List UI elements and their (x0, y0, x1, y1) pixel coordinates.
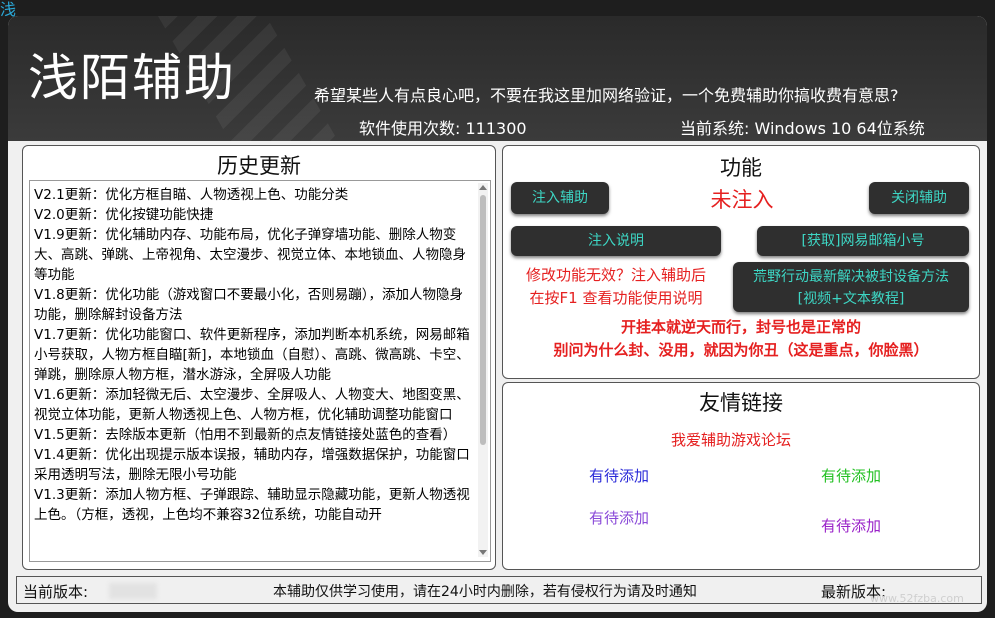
history-entry: V1.4更新：优化出现提示版本误报，辅助内存，增强数据保护，功能窗口采用透明写法… (34, 447, 470, 483)
scroll-up-icon[interactable] (479, 185, 487, 190)
close-button[interactable]: 关闭辅助 (869, 182, 969, 214)
current-version-value (109, 583, 157, 599)
header-banner: 浅陌辅助 希望某些人有点良心吧，不要在我这里加网络验证，一个免费辅助你搞收费有意… (8, 16, 987, 141)
disclaimer-text: 本辅助仅供学习使用，请在24小时内删除，若有侵权行为请及时通知 (273, 584, 697, 600)
history-entry: V1.6更新：添加轻微无后、太空漫步、全屏吸人、人物变大、地图变黑、视觉立体功能… (34, 387, 470, 423)
pending-link-4[interactable]: 有待添加 (821, 515, 881, 536)
warning-text: 开挂本就逆天而行，封号也是正常的 别问为什么封、没用，就因为你丑（这是重点，你脸… (503, 316, 979, 362)
history-entry: V2.1更新：优化方框自瞄、人物透视上色、功能分类 (34, 187, 349, 203)
history-entry: V2.0更新：优化按键功能快捷 (34, 207, 214, 223)
forum-link[interactable]: 我爱辅助游戏论坛 (671, 429, 791, 450)
tutorial-line: [视频+文本教程] (797, 291, 905, 307)
get-mail-account-button[interactable]: [获取]网易邮箱小号 (757, 226, 969, 256)
features-title: 功能 (720, 156, 762, 180)
hint-line: 在按F1 查看功能使用说明 (529, 289, 703, 307)
system-info: 当前系统: Windows 10 64位系统 (680, 119, 925, 138)
site-watermark: www.52fzba.com (870, 592, 964, 605)
warning-line: 别问为什么封、没用，就因为你丑（这是重点，你脸黑） (553, 341, 929, 359)
warning-line: 开挂本就逆天而行，封号也是正常的 (620, 318, 861, 336)
history-entry: V1.9更新：优化辅助内存、功能布局，优化子弹穿墙功能、删除人物变大、高跳、弹跳… (34, 227, 466, 283)
inject-status: 未注入 (710, 188, 774, 212)
features-panel: 功能 注入辅助 未注入 关闭辅助 注入说明 [获取]网易邮箱小号 修改功能无效？… (502, 145, 980, 379)
history-panel: 历史更新 V2.1更新：优化方框自瞄、人物透视上色、功能分类 V2.0更新：优化… (22, 145, 496, 570)
scrollbar-thumb[interactable] (480, 195, 486, 445)
hint-line: 修改功能无效？注入辅助后 (525, 266, 706, 284)
history-entry: V1.7更新：优化功能窗口、软件更新程序，添加判断本机系统，网易邮箱小号获取，人… (34, 327, 470, 383)
unban-tutorial-button[interactable]: 荒野行动最新解决被封设备方法 [视频+文本教程] (733, 262, 969, 312)
links-panel: 友情链接 我爱辅助游戏论坛 有待添加 有待添加 有待添加 有待添加 (502, 382, 980, 570)
usage-hint: 修改功能无效？注入辅助后 在按F1 查看功能使用说明 (507, 264, 725, 310)
history-entry: V1.3更新：添加人物方框、子弹跟踪、辅助显示隐藏功能，更新人物透视上色。（方框… (34, 487, 470, 523)
status-bar: 当前版本: 本辅助仅供学习使用，请在24小时内删除，若有侵权行为请及时通知 最新… (16, 576, 982, 604)
current-version-label: 当前版本: (23, 583, 89, 601)
history-title: 历史更新 (217, 154, 301, 178)
pending-link-1[interactable]: 有待添加 (589, 465, 649, 486)
tutorial-line: 荒野行动最新解决被封设备方法 (753, 269, 949, 285)
history-entry: V1.8更新：优化功能（游戏窗口不要最小化，否则易蹦），添加人物隐身功能，删除解… (34, 287, 463, 323)
slogan-text: 希望某些人有点良心吧，不要在我这里加网络验证，一个免费辅助你搞收费有意思? (314, 86, 899, 105)
history-list: V2.1更新：优化方框自瞄、人物透视上色、功能分类 V2.0更新：优化按键功能快… (34, 185, 474, 525)
app-title: 浅陌辅助 (28, 49, 236, 107)
links-title: 友情链接 (699, 391, 783, 415)
pending-link-3[interactable]: 有待添加 (589, 507, 649, 528)
history-entry: V1.5更新：去除版本更新（怕用不到最新的点友情链接处蓝色的查看） (34, 427, 457, 443)
history-textbox[interactable]: V2.1更新：优化方框自瞄、人物透视上色、功能分类 V2.0更新：优化按键功能快… (29, 180, 491, 562)
inject-button[interactable]: 注入辅助 (511, 182, 609, 214)
main-window: 浅陌辅助 希望某些人有点良心吧，不要在我这里加网络验证，一个免费辅助你搞收费有意… (8, 16, 987, 612)
scroll-down-icon[interactable] (479, 550, 487, 555)
history-scrollbar[interactable] (478, 183, 488, 557)
pending-link-2[interactable]: 有待添加 (821, 465, 881, 486)
inject-guide-button[interactable]: 注入说明 (511, 226, 721, 256)
usage-count: 软件使用次数: 111300 (359, 119, 527, 138)
